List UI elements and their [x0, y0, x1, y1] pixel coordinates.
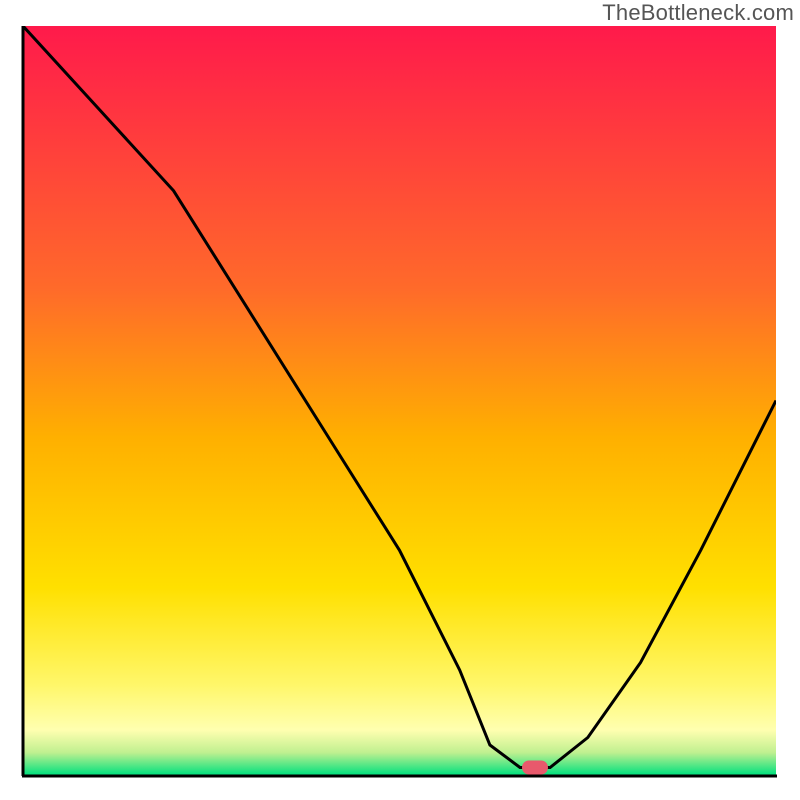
gradient-background: [23, 26, 776, 775]
bottleneck-chart: [0, 0, 800, 800]
optimal-marker: [522, 761, 548, 775]
watermark-text: TheBottleneck.com: [602, 0, 794, 26]
